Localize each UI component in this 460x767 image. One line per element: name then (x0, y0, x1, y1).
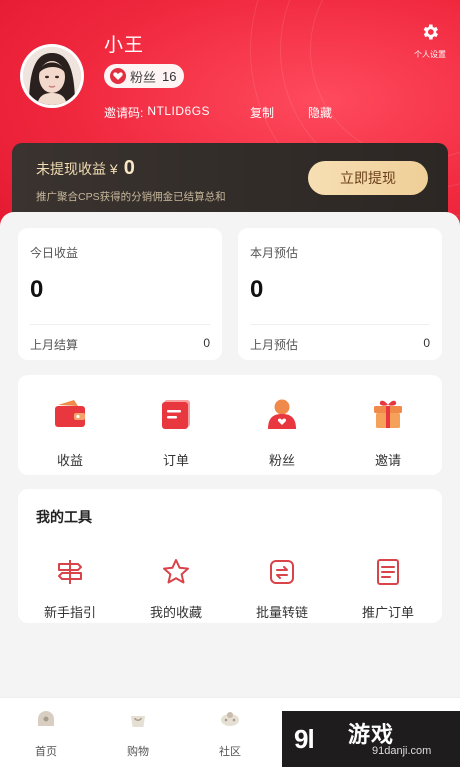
stat-value: 0 (30, 276, 44, 303)
gift-icon (374, 400, 402, 428)
fans-icon (268, 399, 296, 429)
month-estimate-card[interactable]: 本月预估 0 上月预估 0 (238, 228, 442, 360)
tool-my-favorites[interactable]: 我的收藏 (136, 557, 216, 621)
avatar[interactable] (20, 44, 84, 108)
home-icon (38, 711, 54, 726)
watermark-url: 91danji.com (372, 745, 432, 757)
main-content: 今日收益 0 上月结算 0 本月预估 0 上月预估 0 收益 订单 粉丝 邀请 … (0, 212, 460, 702)
tools-title: 我的工具 (36, 509, 92, 525)
stat-bottom-label: 上月结算 (30, 338, 79, 352)
tab-community[interactable]: 社区 (200, 708, 260, 759)
username: 小王 (104, 35, 145, 56)
convert-icon (270, 560, 294, 584)
quick-action-label: 粉丝 (268, 453, 295, 468)
document-icon (377, 559, 399, 585)
tab-shopping[interactable]: 购物 (108, 708, 168, 759)
earnings-title: 未提现收益 ¥ (36, 161, 118, 177)
tool-batch-convert[interactable]: 批量转链 (242, 557, 322, 621)
fans-label: 粉丝 (130, 69, 157, 85)
shopping-bag-icon (131, 716, 145, 727)
tab-label: 社区 (219, 746, 241, 758)
community-icon (221, 712, 239, 726)
tool-label: 批量转链 (255, 605, 308, 620)
tool-label: 新手指引 (43, 605, 96, 620)
quick-action-label: 邀请 (374, 453, 401, 468)
tab-label: 首页 (35, 746, 57, 758)
tool-label: 我的收藏 (149, 605, 202, 620)
divider (30, 324, 210, 325)
stat-bottom-label: 上月预估 (250, 338, 299, 352)
stat-title: 本月预估 (250, 246, 299, 260)
earnings-subtitle: 推广聚合CPS获得的分销佣金已结算总和 (36, 191, 226, 203)
today-earnings-card[interactable]: 今日收益 0 上月结算 0 (18, 228, 222, 360)
heart-icon (110, 68, 126, 84)
quick-action-label: 收益 (56, 453, 83, 468)
tool-label: 推广订单 (361, 605, 414, 620)
tab-label: 购物 (127, 746, 149, 758)
site-watermark: 9l 游戏 91danji.com (282, 711, 460, 767)
signpost-icon (58, 560, 82, 584)
quick-action-orders[interactable]: 订单 (146, 397, 206, 469)
unwithdrawn-earnings-card: 未提现收益 ¥ 0 推广聚合CPS获得的分销佣金已结算总和 立即提现 (12, 143, 448, 219)
divider (250, 324, 430, 325)
star-icon (163, 559, 189, 584)
gear-icon (423, 24, 438, 40)
stat-title: 今日收益 (30, 246, 79, 260)
settings-button[interactable]: 个人设置 (406, 22, 454, 60)
earnings-amount: 0 (123, 157, 135, 179)
quick-actions: 收益 订单 粉丝 邀请 (18, 375, 442, 475)
order-icon (162, 400, 190, 429)
stat-value: 0 (250, 276, 264, 303)
quick-action-label: 订单 (162, 453, 189, 468)
invite-code: NTLID6GS (147, 104, 211, 118)
fans-badge[interactable]: 粉丝 16 (104, 64, 185, 88)
invite-row: 邀请码: NTLID6GS 复制 隐藏 (104, 104, 332, 121)
settings-label: 个人设置 (414, 50, 446, 59)
stat-bottom-value: 0 (203, 336, 210, 350)
wallet-icon (55, 400, 85, 427)
stat-bottom-value: 0 (423, 336, 430, 350)
fans-count: 16 (162, 68, 177, 84)
hide-invite-button[interactable]: 隐藏 (308, 104, 348, 121)
earnings-title-row: 未提现收益 ¥ 0 (36, 157, 135, 180)
tool-promo-orders[interactable]: 推广订单 (348, 557, 428, 621)
quick-action-earnings[interactable]: 收益 (40, 397, 100, 469)
tool-beginner-guide[interactable]: 新手指引 (30, 557, 110, 621)
invite-label: 邀请码: (104, 106, 144, 120)
copy-invite-button[interactable]: 复制 (250, 104, 290, 121)
watermark-logo: 9l (294, 723, 315, 754)
quick-action-fans[interactable]: 粉丝 (252, 397, 312, 469)
quick-action-invite[interactable]: 邀请 (358, 397, 418, 469)
tab-home[interactable]: 首页 (16, 708, 76, 759)
my-tools-panel: 我的工具 新手指引 我的收藏 批量转链 推广订单 (18, 489, 442, 623)
withdraw-button[interactable]: 立即提现 (308, 161, 428, 195)
